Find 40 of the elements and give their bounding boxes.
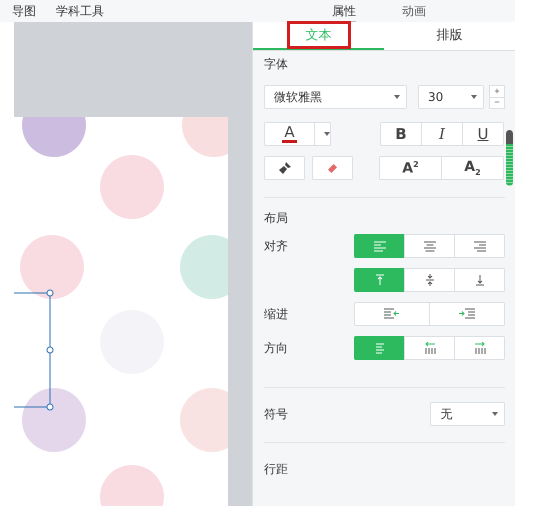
section-heading: 布局 bbox=[264, 210, 289, 227]
sub-tab[interactable]: 排版 bbox=[384, 22, 515, 50]
eraser-icon bbox=[328, 164, 337, 172]
row-label: 对齐 bbox=[264, 238, 289, 254]
clear-format-button[interactable] bbox=[312, 156, 353, 180]
caret-icon bbox=[394, 95, 400, 99]
symbol-select[interactable]: 无 bbox=[430, 402, 505, 426]
text-style-button[interactable]: U bbox=[462, 122, 504, 146]
increase-indent-icon bbox=[458, 308, 476, 320]
font-family-select[interactable]: 微软雅黑 bbox=[264, 85, 407, 109]
vertical-text-icon bbox=[422, 342, 436, 354]
caret-icon bbox=[471, 95, 477, 99]
script-button[interactable]: A$_{2}$ bbox=[441, 156, 504, 180]
decrease-indent-icon bbox=[383, 308, 401, 320]
font-color-button[interactable]: A bbox=[264, 122, 315, 146]
caret-icon bbox=[492, 412, 498, 416]
row-label: 符号 bbox=[264, 406, 289, 422]
align-right-icon bbox=[472, 240, 486, 252]
caret-icon bbox=[324, 132, 330, 136]
brush-icon bbox=[278, 161, 292, 175]
panel-tab[interactable]: 动画 bbox=[402, 3, 426, 22]
selection-frame[interactable] bbox=[14, 289, 56, 411]
text-style-button[interactable]: I bbox=[421, 122, 463, 146]
align-left-icon bbox=[372, 240, 386, 252]
align-center-icon bbox=[422, 240, 436, 252]
row-label: 行距 bbox=[264, 461, 289, 478]
menu-item[interactable]: 导图 bbox=[12, 2, 36, 20]
vertical-text-icon bbox=[472, 342, 486, 354]
color-dropdown-button[interactable] bbox=[314, 122, 331, 146]
script-button[interactable]: A$^{2}$ bbox=[379, 156, 442, 180]
scrollbar[interactable] bbox=[506, 130, 513, 186]
row-label: 方向 bbox=[264, 340, 289, 356]
text-style-button[interactable]: B bbox=[380, 122, 422, 146]
menu-item[interactable]: 学科工具 bbox=[56, 2, 104, 20]
section-heading: 字体 bbox=[264, 56, 289, 73]
format-painter-button[interactable] bbox=[264, 156, 305, 180]
font-size-select[interactable]: 30 bbox=[418, 85, 484, 109]
row-label: 缩进 bbox=[264, 306, 289, 322]
increase-button[interactable]: + bbox=[490, 86, 504, 96]
decrease-button[interactable]: − bbox=[490, 96, 504, 108]
